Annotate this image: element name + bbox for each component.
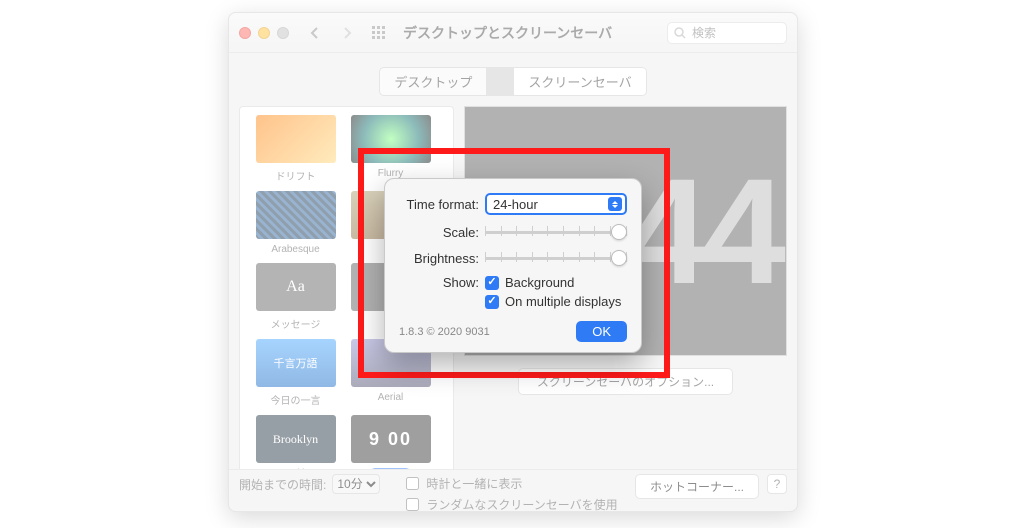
close-button[interactable] <box>239 27 251 39</box>
show-all-button[interactable] <box>367 22 391 44</box>
options-sheet: Time format: 24-hour Scale: Brightness: <box>384 178 642 353</box>
checkmark-icon: ✓ <box>485 295 499 309</box>
brightness-slider[interactable] <box>485 249 627 267</box>
search-input[interactable] <box>690 25 770 41</box>
saver-drift[interactable]: ドリフト <box>248 115 343 189</box>
hot-corners-button[interactable]: ホットコーナー... <box>635 474 759 499</box>
multiple-displays-check[interactable]: ✓ On multiple displays <box>485 294 627 309</box>
start-label: 開始までの時間: <box>239 476 326 493</box>
zoom-button[interactable] <box>277 27 289 39</box>
time-format-label: Time format: <box>399 197 485 212</box>
random-check[interactable]: ランダムなスクリーンセーバを使用 <box>402 495 617 512</box>
scale-slider[interactable] <box>485 223 627 241</box>
checkmark-icon: ✓ <box>485 276 499 290</box>
start-select[interactable]: 10分 <box>332 474 380 494</box>
popup-stepper-icon <box>608 197 622 211</box>
help-button[interactable]: ? <box>767 474 787 494</box>
footer: 開始までの時間: 10分 時計と一緒に表示 ランダムなスクリーンセーバを使用 ホ… <box>229 469 797 511</box>
tab-control[interactable]: デスクトップ スクリーンセーバ <box>379 67 646 96</box>
saver-quote[interactable]: 千言万語 今日の一言 <box>248 339 343 413</box>
background-check[interactable]: ✓ Background <box>485 275 627 290</box>
traffic-lights <box>239 27 289 39</box>
forward-button[interactable] <box>335 22 359 44</box>
tab-screensaver[interactable]: スクリーンセーバ <box>514 68 645 95</box>
time-format-popup[interactable]: 24-hour <box>485 193 627 215</box>
ok-button[interactable]: OK <box>576 321 627 342</box>
scale-label: Scale: <box>399 225 485 240</box>
show-label: Show: <box>399 275 485 290</box>
saver-arabesque[interactable]: Arabesque <box>248 191 343 261</box>
window-title: デスクトップとスクリーンセーバ <box>403 23 612 43</box>
minimize-button[interactable] <box>258 27 270 39</box>
search-icon <box>674 27 686 39</box>
version-text: 1.8.3 © 2020 9031 <box>399 326 490 338</box>
show-clock-check[interactable]: 時計と一緒に表示 <box>402 474 617 493</box>
start-after: 開始までの時間: 10分 <box>239 474 380 494</box>
screensaver-options-button[interactable]: スクリーンセーバのオプション... <box>518 368 733 395</box>
back-button[interactable] <box>303 22 327 44</box>
preview-digits: 44 <box>625 156 780 306</box>
saver-message[interactable]: Aa メッセージ <box>248 263 343 337</box>
brightness-label: Brightness: <box>399 251 485 266</box>
titlebar: デスクトップとスクリーンセーバ <box>229 13 797 53</box>
search-field[interactable] <box>667 22 787 44</box>
tab-desktop[interactable]: デスクトップ <box>380 68 486 95</box>
